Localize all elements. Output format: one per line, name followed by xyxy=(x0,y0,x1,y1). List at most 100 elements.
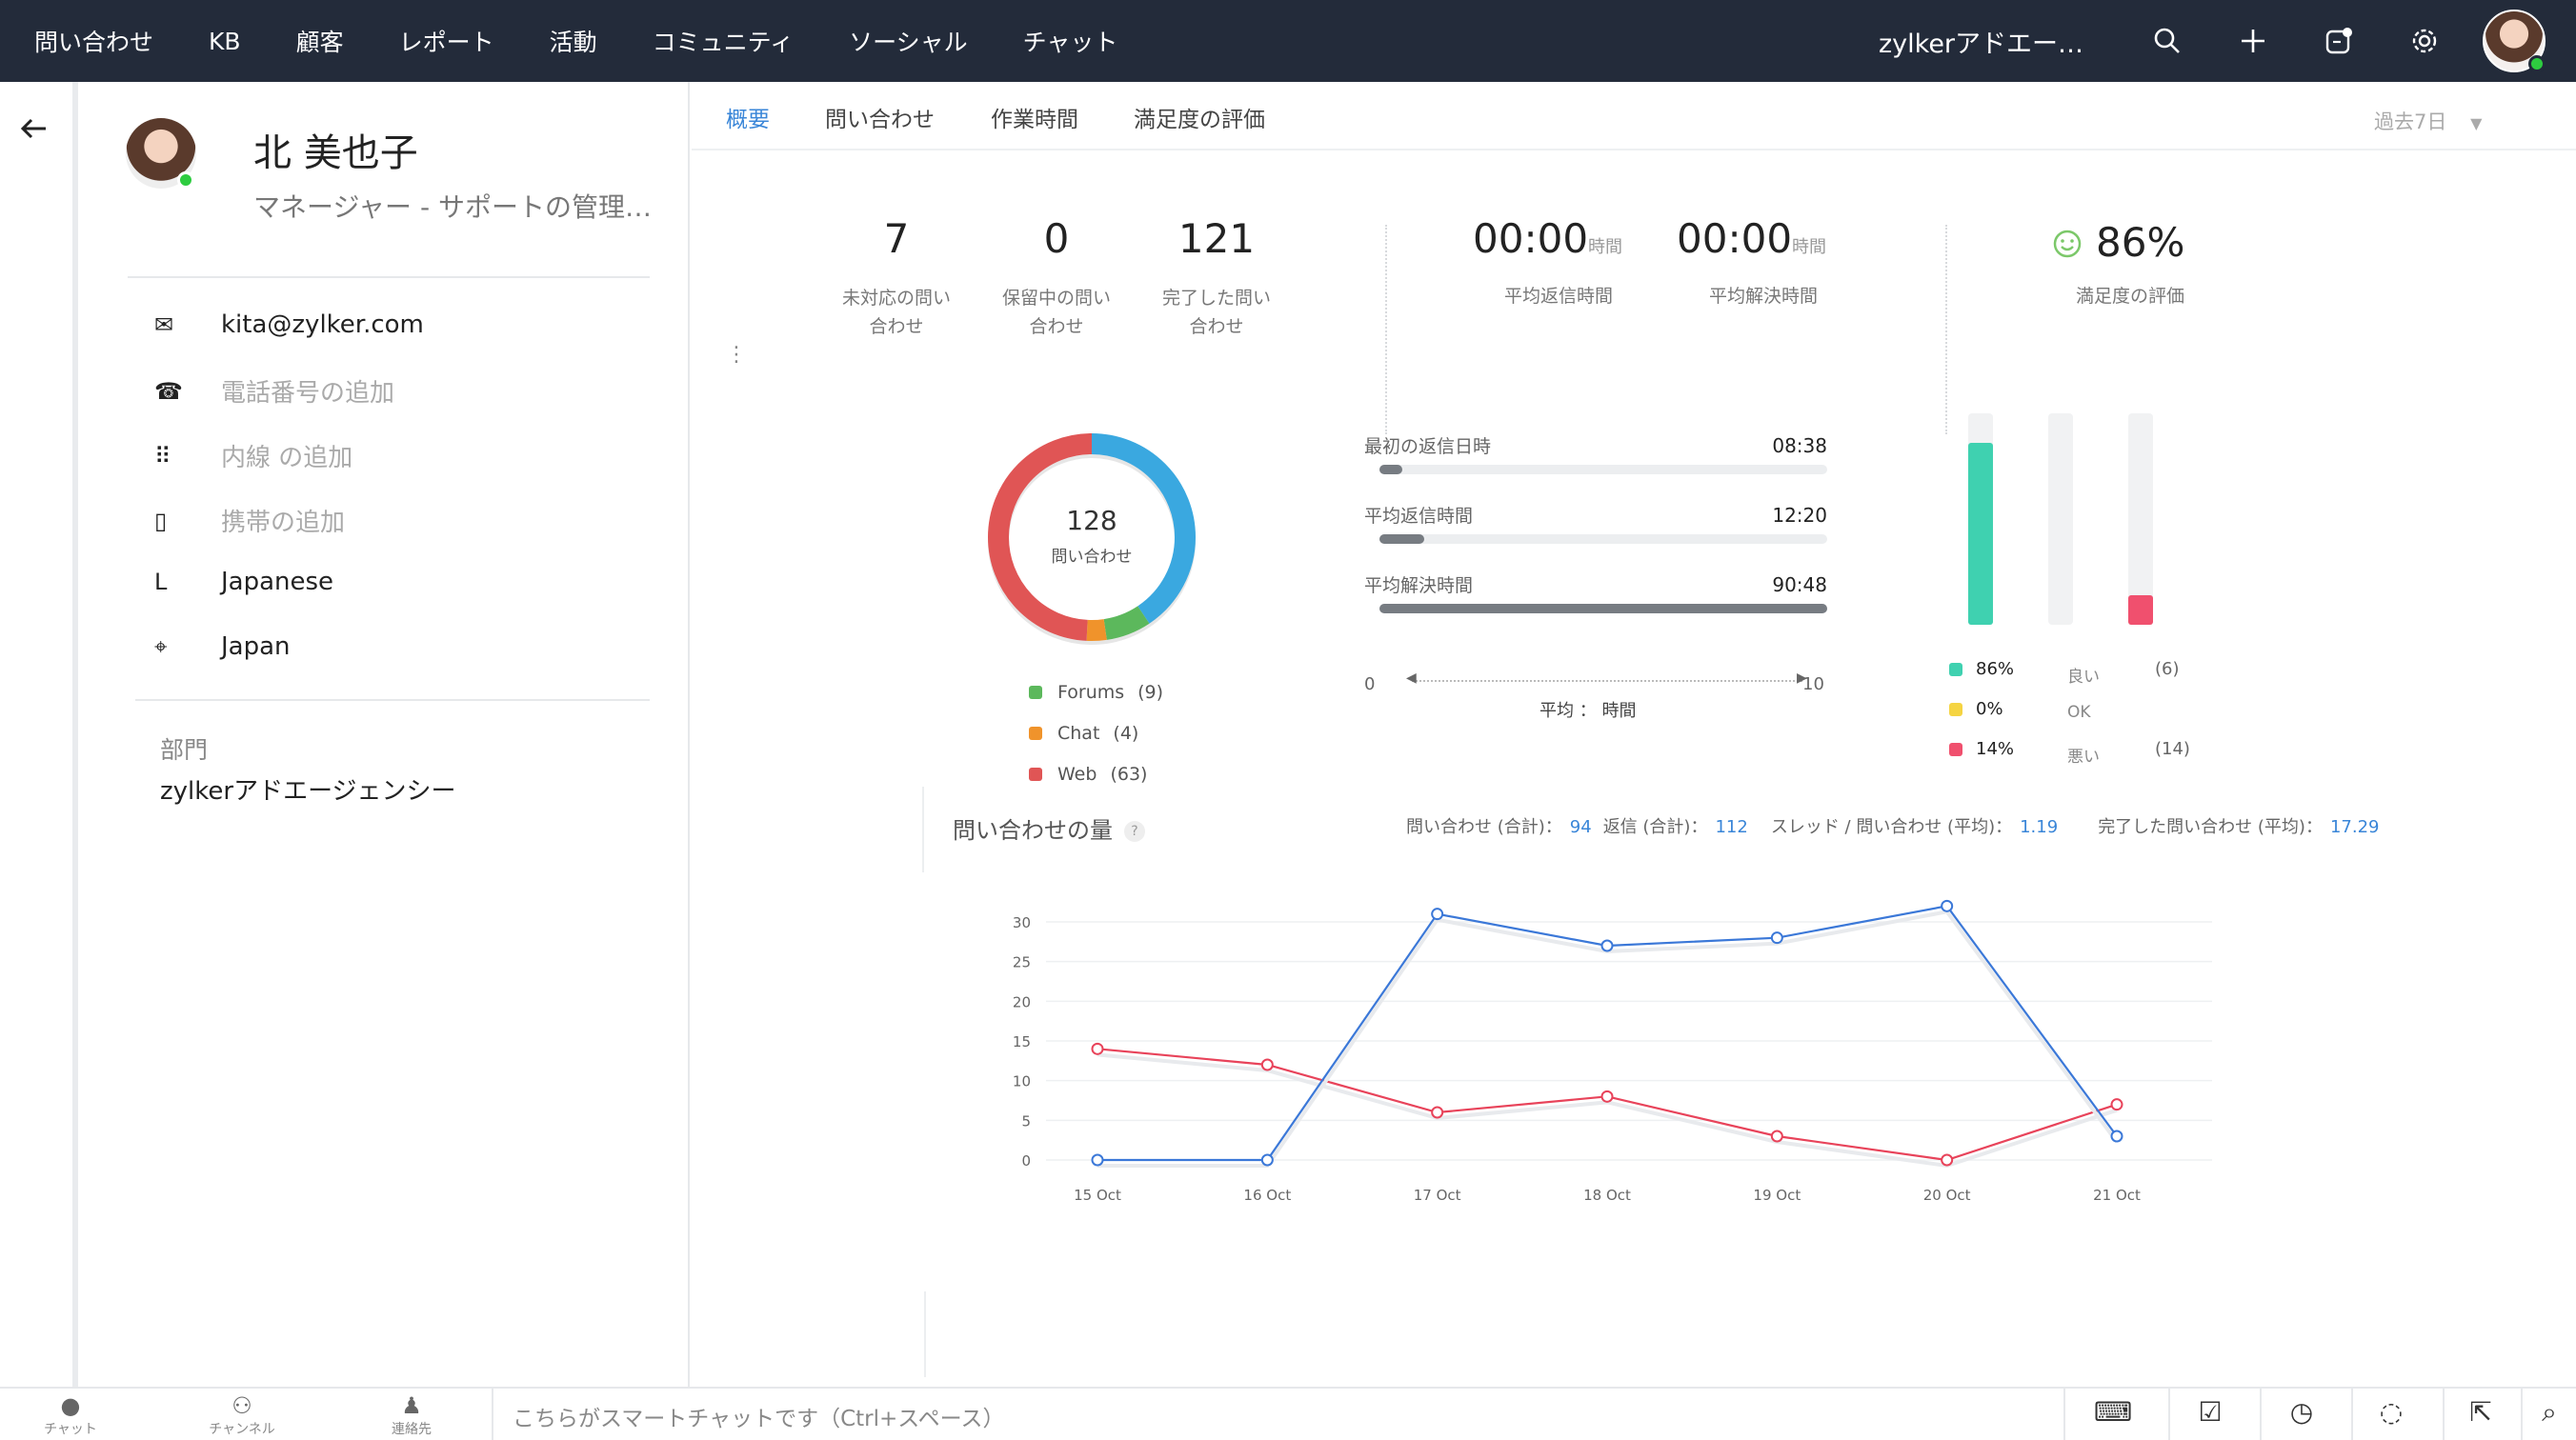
data-point[interactable] xyxy=(2110,1098,2123,1111)
avg-resolution-time: 00:00時間 xyxy=(1677,215,1867,262)
series-line xyxy=(1097,1048,2118,1162)
phone-row[interactable]: ☎ 電話番号の追加 xyxy=(154,373,394,409)
nav-item[interactable]: チャット xyxy=(1023,24,1118,58)
keyboard-icon[interactable]: ⌨ xyxy=(2094,1396,2132,1428)
satisfaction-legend-item: 0% xyxy=(1949,699,2062,719)
satisfaction-bar xyxy=(2048,413,2073,625)
country-row: ⌖ Japan xyxy=(154,632,291,661)
divider xyxy=(2443,1389,2445,1440)
extension-row[interactable]: ⠿ 内線 の追加 xyxy=(154,438,352,473)
add-icon[interactable] xyxy=(2231,19,2275,63)
bottom-bar: ● チャット ⚇ チャンネル ♟ 連絡先 こちらがスマートチャットです（Ctrl+スペ… xyxy=(0,1387,2576,1440)
left-rail xyxy=(0,82,78,1387)
on-hold-tickets-label: 保留中の問い 合わせ xyxy=(985,284,1128,341)
legend-item[interactable]: Forums (9) xyxy=(1029,682,1163,703)
divider xyxy=(135,699,650,701)
add-phone-link[interactable]: 電話番号の追加 xyxy=(221,373,394,409)
satisfaction-label: 満足度の評価 xyxy=(2075,286,2184,307)
legend-label: Forums xyxy=(1057,682,1125,703)
data-point[interactable] xyxy=(1941,899,1954,912)
legend-item[interactable]: Chat (4) xyxy=(1029,723,1138,744)
tab-tickets[interactable]: 問い合わせ xyxy=(825,101,935,133)
tab-work-hours[interactable]: 作業時間 xyxy=(991,101,1078,133)
add-extension-link[interactable]: 内線 の追加 xyxy=(221,438,352,473)
data-point[interactable] xyxy=(1091,1153,1104,1167)
task-check-icon[interactable]: ☑ xyxy=(2191,1396,2229,1428)
divider xyxy=(2351,1389,2353,1440)
data-point[interactable] xyxy=(1770,1130,1783,1143)
share-icon[interactable]: ⇱ xyxy=(2462,1396,2500,1428)
nav-item[interactable]: 顧客 xyxy=(296,24,344,58)
satisfaction-rating-label: OK xyxy=(2067,703,2091,722)
tab-overview[interactable]: 概要 xyxy=(726,101,770,133)
nav-item[interactable]: ソーシャル xyxy=(849,24,968,58)
more-options-icon[interactable]: ⋮ xyxy=(726,343,747,367)
smart-chat-input[interactable]: こちらがスマートチャットです（Ctrl+スペース） xyxy=(492,1389,2063,1440)
nav-item[interactable]: レポート xyxy=(399,24,494,58)
donut-label: 問い合わせ xyxy=(1051,548,1133,567)
volume-line-chart: 0 5 10 15 20 25 30 15 Oct 16 Oct 17 Oct 18 Oct 19 O… xyxy=(1013,899,2212,1409)
y-tick-label: 0 xyxy=(1021,1152,1031,1170)
data-point[interactable] xyxy=(2110,1130,2123,1143)
avg-resolution-value: 00:00 xyxy=(1677,215,1793,262)
email-row: ✉ kita@zylker.com xyxy=(154,310,424,339)
data-point[interactable] xyxy=(1260,1153,1274,1167)
tab-satisfaction[interactable]: 満足度の評価 xyxy=(1134,101,1265,133)
mobile-icon: ▯ xyxy=(154,507,168,534)
legend-item[interactable]: Web (63) xyxy=(1029,764,1147,785)
data-point[interactable] xyxy=(1260,1058,1274,1071)
clock-icon[interactable]: ◷ xyxy=(2283,1396,2321,1428)
label-line: 合わせ xyxy=(1029,316,1084,337)
nav-item[interactable]: コミュニティ xyxy=(653,24,795,58)
divider xyxy=(924,1291,926,1377)
data-point[interactable] xyxy=(1431,1106,1444,1119)
search-icon[interactable]: ⌕ xyxy=(2530,1396,2568,1429)
notification-icon[interactable] xyxy=(2317,19,2361,63)
avg-resolution-label: 平均解決時間 xyxy=(1708,286,1818,307)
channel-shortcut[interactable]: ⚇ チャンネル xyxy=(185,1392,299,1438)
mobile-row[interactable]: ▯ 携帯の追加 xyxy=(154,503,345,538)
user-avatar[interactable] xyxy=(2483,10,2546,72)
org-switcher[interactable]: zylkerアドエー… xyxy=(1879,23,2083,60)
satisfaction-score: 86% xyxy=(2052,219,2243,269)
data-point[interactable] xyxy=(1600,1090,1614,1103)
divider xyxy=(128,276,650,278)
volume-stats: 問い合わせ (合計)： 94 返信 (合計)： 112 スレッド / 問い合わせ (平均… xyxy=(1406,813,2390,838)
agent-name: 北 美也子 xyxy=(253,131,418,175)
add-mobile-link[interactable]: 携帯の追加 xyxy=(221,503,345,538)
help-icon[interactable]: ? xyxy=(1124,821,1145,842)
back-arrow-icon[interactable] xyxy=(19,110,50,152)
data-point[interactable] xyxy=(1431,908,1444,921)
data-point[interactable] xyxy=(1770,931,1783,945)
nav-item[interactable]: 活動 xyxy=(550,24,597,58)
satisfaction-bar-fill xyxy=(1968,443,1993,625)
closed-tickets-count: 121 xyxy=(1177,215,1256,262)
satisfaction-pct: 0% xyxy=(1976,699,2003,719)
data-point[interactable] xyxy=(1600,939,1614,952)
chat-shortcut[interactable]: ● チャット xyxy=(13,1392,128,1438)
data-point[interactable] xyxy=(1091,1042,1104,1055)
email-value[interactable]: kita@zylker.com xyxy=(221,310,424,339)
data-point[interactable] xyxy=(1941,1153,1954,1167)
satisfaction-bar xyxy=(1968,413,1993,625)
avg-response-label: 平均返信時間 xyxy=(1503,286,1613,307)
satisfaction-bar xyxy=(2128,413,2153,625)
divider xyxy=(2260,1389,2262,1440)
gear-icon[interactable] xyxy=(2403,19,2446,63)
y-tick-label: 20 xyxy=(1013,993,1031,1010)
online-status-dot xyxy=(177,171,194,189)
stat-value: 94 xyxy=(1569,817,1592,837)
time-unit: 時間 xyxy=(1588,237,1623,257)
nav-item[interactable]: 問い合わせ xyxy=(34,24,153,58)
x-tick-label: 21 Oct xyxy=(2093,1187,2141,1204)
period-dropdown[interactable]: 過去7日 ▼ xyxy=(2374,107,2482,135)
contacts-shortcut[interactable]: ♟ 連絡先 xyxy=(354,1392,469,1438)
language-value: Japanese xyxy=(221,568,334,596)
nav-item[interactable]: KB xyxy=(209,28,241,55)
comment-icon[interactable]: ◌ xyxy=(2372,1396,2410,1428)
language-row: L Japanese xyxy=(154,568,333,596)
x-tick-label: 18 Oct xyxy=(1583,1187,1631,1204)
search-icon[interactable] xyxy=(2145,19,2189,63)
volume-title-text: 問い合わせの量 xyxy=(953,817,1113,844)
y-tick-label: 25 xyxy=(1013,954,1031,971)
